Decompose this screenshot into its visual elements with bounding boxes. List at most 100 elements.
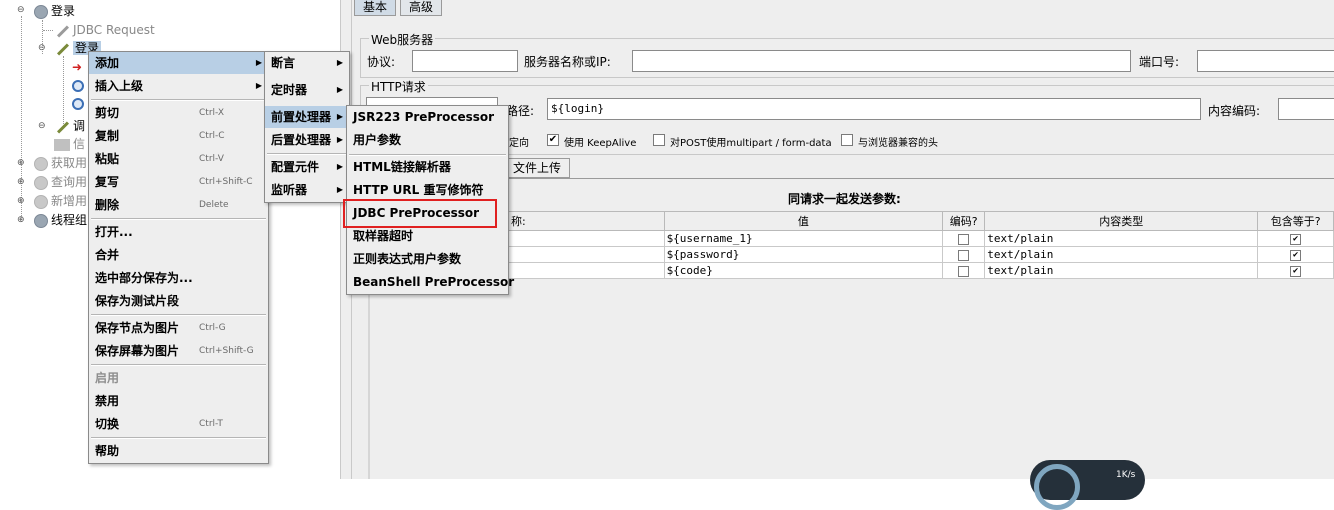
param-value-cell[interactable]: ${username_1} [663,230,944,247]
param-include-equals-cell[interactable]: ✔ [1257,230,1334,247]
menu-item-assertion[interactable]: 断言 ▶ [265,52,349,74]
checkbox[interactable] [958,233,970,245]
col-encode[interactable]: 编码? [942,211,986,231]
table-row[interactable]: ${password} text/plain ✔ [492,246,1334,263]
menu-item-url-rewriting-modifier[interactable]: HTTP URL 重写修饰符 [347,179,508,201]
menu-item-postprocessor[interactable]: 后置处理器 ▶ [265,129,349,151]
content-encoding-input[interactable] [1278,98,1334,120]
tree-node-debug[interactable]: 调 [54,117,85,135]
menu-item-delete[interactable]: 删除 Delete [89,194,268,216]
expand-handle[interactable]: ⊕ [17,158,25,168]
menu-item-open[interactable]: 打开... [89,221,268,243]
menu-separator [91,364,266,366]
expand-handle[interactable]: ⊕ [17,196,25,206]
param-encode-cell[interactable] [942,230,986,247]
menu-separator [91,218,266,220]
checkbox[interactable] [958,249,970,261]
menu-item-beanshell-preprocessor[interactable]: BeanShell PreProcessor [347,271,514,293]
menu-item-listener[interactable]: 监听器 ▶ [265,179,349,201]
param-name-cell[interactable] [492,230,665,247]
col-value[interactable]: 值 [663,211,944,231]
param-content-type-cell[interactable]: text/plain [984,230,1259,247]
param-value-cell[interactable]: ${code} [663,262,944,279]
path-input[interactable]: ${login} [547,98,1201,120]
tab-advanced[interactable]: 高级 [400,0,443,16]
param-content-type-cell[interactable]: text/plain [984,262,1259,279]
network-speed-widget[interactable]: 1K/s [1030,460,1145,510]
speed-ring-icon [1034,464,1080,510]
param-name-cell[interactable] [492,246,665,263]
menu-item-save-fragment[interactable]: 保存为测试片段 [89,290,268,312]
protocol-input[interactable] [412,50,518,72]
menu-item-paste[interactable]: 粘贴 Ctrl-V [89,148,268,170]
tree-node-info[interactable]: 信 [54,135,85,153]
menu-separator [91,314,266,316]
menu-item-preprocessor[interactable]: 前置处理器 ▶ [265,106,349,128]
checkbox[interactable]: ✔ [1290,233,1302,245]
tree-node-get-user[interactable]: 获取用 [34,154,87,172]
tree-node-login-controller[interactable]: 登录 [34,2,75,20]
menu-item-disable[interactable]: 禁用 [89,390,268,412]
menu-item-merge[interactable]: 合并 [89,244,268,266]
menu-item-regex-user-parameters[interactable]: 正则表达式用户参数 [347,248,508,270]
menu-item-cut[interactable]: 剪切 Ctrl-X [89,102,268,124]
params-table[interactable]: 称: 值 编码? 内容类型 包含等于? ${username_1} text/pl… [492,211,1334,279]
menu-item-sample-timeout[interactable]: 取样器超时 [347,225,508,247]
menu-item-duplicate[interactable]: 复写 Ctrl+Shift-C [89,171,268,193]
tree-node-jdbc-request[interactable]: JDBC Request [54,21,155,39]
multipart-checkbox[interactable] [653,134,665,146]
magnifier-icon [72,97,84,110]
collapse-handle[interactable]: ⊖ [17,5,25,15]
param-include-equals-cell[interactable]: ✔ [1257,246,1334,263]
table-row[interactable]: ${code} text/plain ✔ [492,262,1334,279]
params-title: 同请求一起发送参数: [788,192,901,206]
browser-headers-checkbox[interactable] [841,134,853,146]
checkbox[interactable]: ✔ [1290,249,1302,261]
expand-handle[interactable]: ⊕ [17,177,25,187]
menu-item-user-parameters[interactable]: 用户参数 [347,129,508,151]
tree-node-child[interactable] [72,57,87,76]
tab-basic[interactable]: 基本 [354,0,397,16]
param-value-cell[interactable]: ${password} [663,246,944,263]
menu-item-save-node-image[interactable]: 保存节点为图片 Ctrl-G [89,317,268,339]
server-name-input[interactable] [632,50,1131,72]
param-encode-cell[interactable] [942,246,986,263]
menu-item-help[interactable]: 帮助 [89,440,268,462]
param-content-type-cell[interactable]: text/plain [984,246,1259,263]
submenu-arrow-icon: ▶ [336,135,343,144]
menu-item-jsr223-preprocessor[interactable]: JSR223 PreProcessor [347,106,508,128]
checkbox[interactable] [958,265,970,277]
col-content-type[interactable]: 内容类型 [984,211,1259,231]
tree-node-query-user[interactable]: 查询用 [34,173,87,191]
collapse-handle[interactable]: ⊖ [38,43,46,53]
port-input[interactable] [1197,50,1334,72]
menu-item-timer[interactable]: 定时器 ▶ [265,79,349,101]
follow-redirect-label: 定向 [509,138,529,149]
menu-item-enable[interactable]: 启用 [89,367,268,389]
tree-node-child[interactable] [72,76,87,94]
tree-node-add-user[interactable]: 新增用 [34,192,87,210]
menu-item-save-selection[interactable]: 选中部分保存为... [89,267,268,289]
col-include-equals[interactable]: 包含等于? [1257,211,1334,231]
param-name-cell[interactable] [492,262,665,279]
menu-item-save-screen-image[interactable]: 保存屏幕为图片 Ctrl+Shift-G [89,340,268,362]
menu-item-toggle[interactable]: 切换 Ctrl-T [89,413,268,435]
collapse-handle[interactable]: ⊖ [38,121,46,131]
expand-handle[interactable]: ⊕ [17,215,25,225]
menu-item-copy[interactable]: 复制 Ctrl-C [89,125,268,147]
menu-item-html-link-parser[interactable]: HTML链接解析器 [347,156,508,178]
tab-file-upload[interactable]: 文件上传 [504,158,571,178]
menu-item-config-element[interactable]: 配置元件 ▶ [265,156,349,178]
table-row[interactable]: ${username_1} text/plain ✔ [492,230,1334,247]
param-include-equals-cell[interactable]: ✔ [1257,262,1334,279]
menu-item-add[interactable]: 添加 ▶ [89,52,268,74]
keepalive-checkbox[interactable]: ✔ [547,134,559,146]
checkbox[interactable]: ✔ [1290,265,1302,277]
col-name[interactable]: 称: [492,211,665,231]
protocol-label: 协议: [367,55,396,69]
param-encode-cell[interactable] [942,262,986,279]
menu-item-insert-parent[interactable]: 插入上级 ▶ [89,75,268,97]
tree-node-child[interactable] [72,94,87,112]
browser-headers-label: 与浏览器兼容的头 [858,138,938,149]
tree-node-thread-group[interactable]: 线程组 [34,211,87,229]
